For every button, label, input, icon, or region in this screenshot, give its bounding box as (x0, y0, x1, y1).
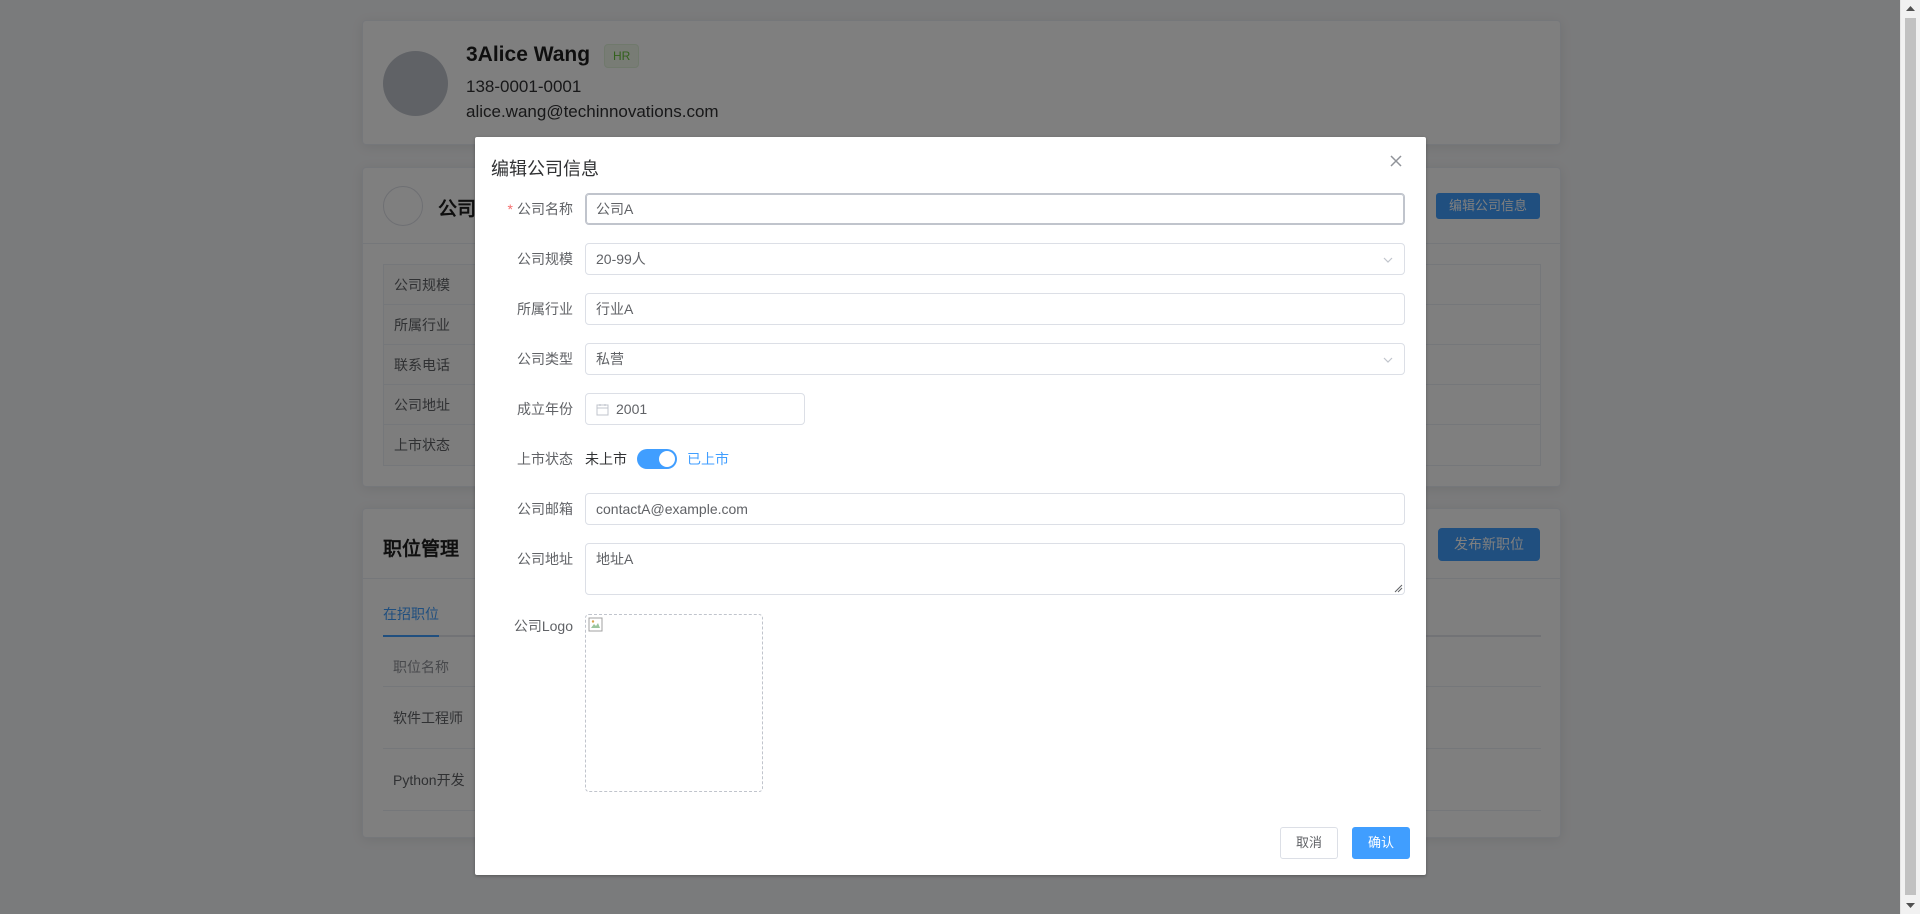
form-row-logo: 公司Logo (475, 613, 1426, 792)
industry-input[interactable]: 行业A (585, 293, 1405, 325)
listing-toggle[interactable] (637, 449, 677, 469)
cancel-button[interactable]: 取消 (1279, 827, 1338, 859)
confirm-button[interactable]: 确认 (1351, 827, 1410, 859)
company-size-value: 20-99人 (596, 251, 646, 267)
address-label: 公司地址 (517, 551, 573, 567)
form-row-founded: 成立年份 2001 (475, 393, 1426, 425)
email-field[interactable]: contactA@example.com (585, 493, 1405, 525)
name-label: * 公司名称 (475, 193, 585, 225)
dialog-title: 编辑公司信息 (491, 159, 599, 179)
company-type-select[interactable]: 私营 (585, 343, 1405, 375)
broken-image-icon (588, 617, 603, 632)
logo-uploader[interactable] (585, 614, 763, 792)
logo-label: 公司Logo (513, 618, 573, 634)
founded-year-value: 2001 (616, 401, 648, 417)
company-type-value: 私营 (596, 351, 624, 367)
type-label: 公司类型 (517, 351, 573, 367)
form-row-type: 公司类型 私营 (475, 343, 1426, 375)
listing-switch-group: 未上市 已上市 (585, 443, 729, 475)
founded-label: 成立年份 (517, 401, 573, 417)
form-row-name: * 公司名称 公司A (475, 193, 1426, 225)
switch-off-label[interactable]: 未上市 (585, 449, 627, 469)
calendar-icon (596, 404, 609, 416)
switch-on-label[interactable]: 已上市 (687, 449, 729, 469)
close-icon[interactable] (1386, 151, 1406, 171)
address-textarea[interactable]: 地址A (585, 543, 1405, 595)
scroll-up-arrow-icon[interactable] (1901, 0, 1920, 17)
form-row-address: 公司地址 地址A (475, 543, 1426, 595)
form-row-listing: 上市状态 未上市 已上市 (475, 443, 1426, 475)
form-row-size: 公司规模 20-99人 (475, 243, 1426, 275)
company-name-input[interactable]: 公司A (585, 193, 1405, 225)
industry-label: 所属行业 (517, 301, 573, 317)
founded-year-picker[interactable]: 2001 (585, 393, 805, 425)
vertical-scrollbar[interactable] (1900, 0, 1920, 914)
form-row-email: 公司邮箱 contactA@example.com (475, 493, 1426, 525)
chevron-down-icon (1383, 257, 1393, 263)
required-asterisk: * (507, 201, 513, 217)
email-label: 公司邮箱 (517, 501, 573, 517)
scroll-down-arrow-icon[interactable] (1901, 897, 1920, 914)
form-row-industry: 所属行业 行业A (475, 293, 1426, 325)
name-label-text: 公司名称 (517, 201, 573, 217)
resize-handle-icon[interactable] (1393, 583, 1403, 593)
address-value: 地址A (596, 551, 634, 567)
edit-company-dialog: 编辑公司信息 * 公司名称 公司A 公司规模 20-99人 所属行业 行业A 公司… (475, 137, 1426, 875)
scrollbar-thumb[interactable] (1905, 18, 1916, 895)
company-size-select[interactable]: 20-99人 (585, 243, 1405, 275)
toggle-knob (659, 451, 675, 467)
listing-label: 上市状态 (517, 451, 573, 467)
size-label: 公司规模 (517, 251, 573, 267)
chevron-down-icon (1383, 357, 1393, 363)
